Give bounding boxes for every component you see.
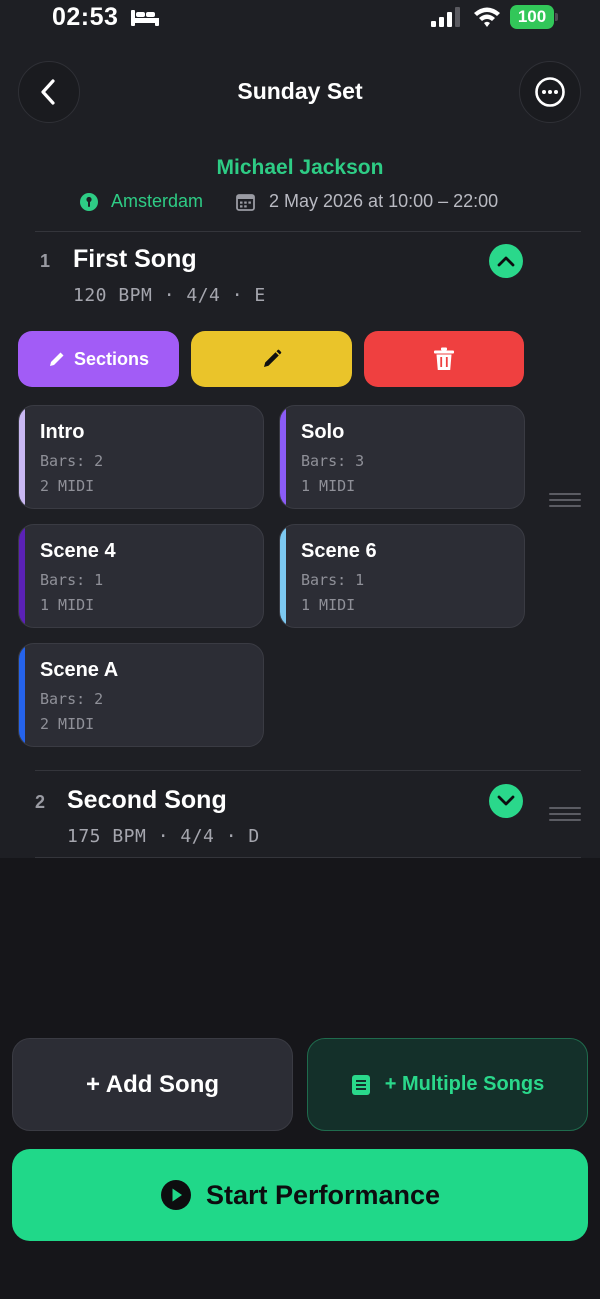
start-performance-label: Start Performance	[205, 1179, 441, 1210]
reorder-handle-icon[interactable]	[549, 807, 581, 823]
section-card-scene-a[interactable]: Scene A Bars: 2 2 MIDI	[18, 643, 264, 747]
status-bar: 02:53 100	[0, 0, 600, 40]
play-circle-icon	[160, 1180, 191, 1210]
artist-name: Michael Jackson	[216, 156, 384, 179]
section-midi: 1 MIDI	[40, 596, 95, 614]
trash-icon	[434, 347, 454, 370]
add-song-label: + Add Song	[85, 1070, 220, 1098]
section-card-solo[interactable]: Solo Bars: 3 1 MIDI	[279, 405, 525, 509]
reorder-handle-icon[interactable]	[549, 493, 581, 509]
multiple-songs-label: + Multiple Songs	[384, 1073, 545, 1095]
battery-tip	[555, 13, 558, 21]
song-meta: 175 BPM · 4/4 · D	[67, 826, 260, 847]
section-bars: Bars: 3	[301, 452, 365, 470]
chevron-left-icon	[41, 79, 55, 105]
section-name: Scene 6	[301, 540, 377, 562]
section-color-bar	[280, 525, 286, 627]
song-title: Second Song	[67, 786, 227, 814]
section-name: Scene A	[40, 659, 119, 681]
start-performance-button[interactable]: Start Performance	[12, 1149, 588, 1241]
ellipsis-circle-icon	[535, 77, 565, 107]
section-midi: 1 MIDI	[301, 596, 356, 614]
bed-icon	[131, 10, 159, 26]
add-song-button[interactable]: + Add Song	[12, 1038, 293, 1131]
section-midi: 2 MIDI	[40, 477, 95, 495]
document-list-icon	[351, 1074, 370, 1095]
back-button[interactable]	[18, 61, 80, 123]
edit-song-button[interactable]	[191, 331, 352, 387]
section-name: Scene 4	[40, 540, 116, 562]
section-bars: Bars: 1	[301, 571, 365, 589]
section-midi: 2 MIDI	[40, 715, 95, 733]
event-meta: Amsterdam 2 May 2026 at 10:00 – 22:00	[0, 190, 600, 214]
section-card-scene-6[interactable]: Scene 6 Bars: 1 1 MIDI	[279, 524, 525, 628]
calendar-icon	[236, 194, 255, 211]
song-number: 2	[35, 792, 46, 812]
more-options-button[interactable]	[519, 61, 581, 123]
add-multiple-songs-button[interactable]: + Multiple Songs	[307, 1038, 588, 1131]
chevron-down-icon	[497, 795, 515, 806]
sections-label: Sections	[73, 348, 150, 369]
wifi-icon	[474, 7, 500, 27]
sections-button[interactable]: Sections	[18, 331, 179, 387]
section-color-bar	[19, 525, 25, 627]
section-bars: Bars: 1	[40, 571, 104, 589]
collapse-button[interactable]	[489, 244, 523, 278]
section-color-bar	[19, 406, 25, 508]
section-name: Intro	[40, 421, 85, 443]
divider	[35, 231, 581, 232]
divider	[35, 770, 581, 771]
section-midi: 1 MIDI	[301, 477, 356, 495]
section-bars: Bars: 2	[40, 690, 104, 708]
pencil-icon	[49, 352, 64, 366]
location-pin-icon	[80, 193, 98, 211]
cellular-signal-icon	[431, 7, 460, 27]
song-number: 1	[40, 251, 51, 271]
delete-song-button[interactable]	[364, 331, 524, 387]
expand-button[interactable]	[489, 784, 523, 818]
divider	[35, 857, 581, 858]
section-color-bar	[280, 406, 286, 508]
section-color-bar	[19, 644, 25, 746]
event-location: Amsterdam	[111, 191, 204, 211]
battery-indicator: 100	[510, 5, 554, 29]
section-name: Solo	[301, 421, 345, 443]
song-title: First Song	[73, 245, 197, 273]
section-card-intro[interactable]: Intro Bars: 2 2 MIDI	[18, 405, 264, 509]
status-time: 02:53	[52, 3, 119, 31]
song-meta: 120 BPM · 4/4 · E	[73, 285, 266, 306]
section-bars: Bars: 2	[40, 452, 104, 470]
section-card-scene-4[interactable]: Scene 4 Bars: 1 1 MIDI	[18, 524, 264, 628]
event-datetime: 2 May 2026 at 10:00 – 22:00	[269, 191, 499, 211]
page-title: Sunday Set	[237, 78, 363, 104]
pencil-icon	[263, 349, 281, 367]
chevron-up-icon	[497, 256, 515, 267]
